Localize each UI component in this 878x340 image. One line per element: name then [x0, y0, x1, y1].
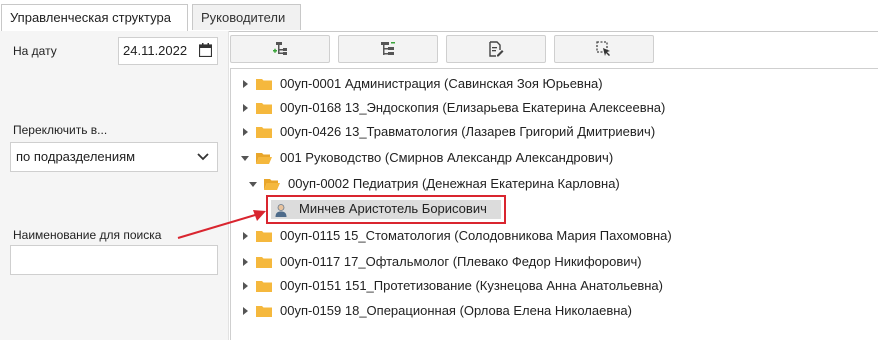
calendar-icon[interactable]: [199, 43, 212, 57]
expand-arrow-icon[interactable]: [243, 258, 248, 266]
chevron-down-icon: [197, 153, 209, 161]
tab-management-structure[interactable]: Управленческая структура: [1, 4, 188, 32]
folder-icon: [256, 79, 272, 90]
folder-icon: [256, 127, 272, 138]
edit-document-icon: [489, 41, 504, 57]
expand-arrow-icon[interactable]: [243, 232, 248, 240]
folder-open-icon: [264, 179, 280, 190]
date-value: 24.11.2022: [123, 43, 188, 58]
expand-arrow-icon[interactable]: [243, 80, 248, 88]
search-label: Наименование для поиска: [13, 228, 162, 242]
select-cursor-icon: [596, 41, 610, 56]
switch-label: Переключить в...: [13, 123, 108, 137]
tree-row-label: 001 Руководство (Смирнов Александр Алекс…: [280, 150, 614, 165]
search-input[interactable]: [10, 245, 218, 275]
tree-row-label: 00уп-0168 13_Эндоскопия (Елизарьева Екат…: [280, 100, 666, 115]
tree-structure-icon: [381, 42, 395, 55]
folder-icon: [256, 306, 272, 317]
expand-arrow-icon[interactable]: [243, 104, 248, 112]
tree-row-label: 00уп-0151 151_Протетизование (Кузнецова …: [280, 278, 663, 293]
person-name: Минчев Аристотель Борисович: [299, 201, 487, 216]
add-node-button[interactable]: [230, 35, 330, 63]
add-node-icon: [273, 42, 287, 55]
folder-icon: [256, 257, 272, 268]
collapse-arrow-icon[interactable]: [249, 182, 257, 187]
tree-row-label: 00уп-0002 Педиатрия (Денежная Екатерина …: [288, 176, 620, 191]
folder-icon: [256, 231, 272, 242]
select-cursor-button[interactable]: [554, 35, 654, 63]
expand-arrow-icon[interactable]: [243, 282, 248, 290]
expand-arrow-icon[interactable]: [243, 128, 248, 136]
filter-panel: [0, 31, 229, 340]
tab-managers[interactable]: Руководители: [192, 4, 301, 30]
collapse-arrow-icon[interactable]: [241, 156, 249, 161]
tab-bar: Управленческая структура Руководители: [0, 0, 878, 32]
date-field[interactable]: 24.11.2022: [118, 37, 218, 65]
tree-row-label: 00уп-0115 15_Стоматология (Солодовникова…: [280, 228, 672, 243]
folder-icon: [256, 281, 272, 292]
expand-arrow-icon[interactable]: [243, 307, 248, 315]
tree-row-label: 00уп-0159 18_Операционная (Орлова Елена …: [280, 303, 632, 318]
switch-select[interactable]: по подразделениям: [10, 142, 218, 172]
person-icon: [275, 204, 287, 217]
date-label: На дату: [13, 44, 57, 58]
folder-open-icon: [256, 153, 272, 164]
tree-row-label: 00уп-0426 13_Травматология (Лазарев Григ…: [280, 124, 656, 139]
edit-document-button[interactable]: [446, 35, 546, 63]
tree-structure-button[interactable]: [338, 35, 438, 63]
folder-icon: [256, 103, 272, 114]
tree-row-label: 00уп-0117 17_Офтальмолог (Плевако Федор …: [280, 254, 642, 269]
tree-row-label: 00уп-0001 Администрация (Савинская Зоя Ю…: [280, 76, 603, 91]
switch-value: по подразделениям: [16, 149, 136, 164]
